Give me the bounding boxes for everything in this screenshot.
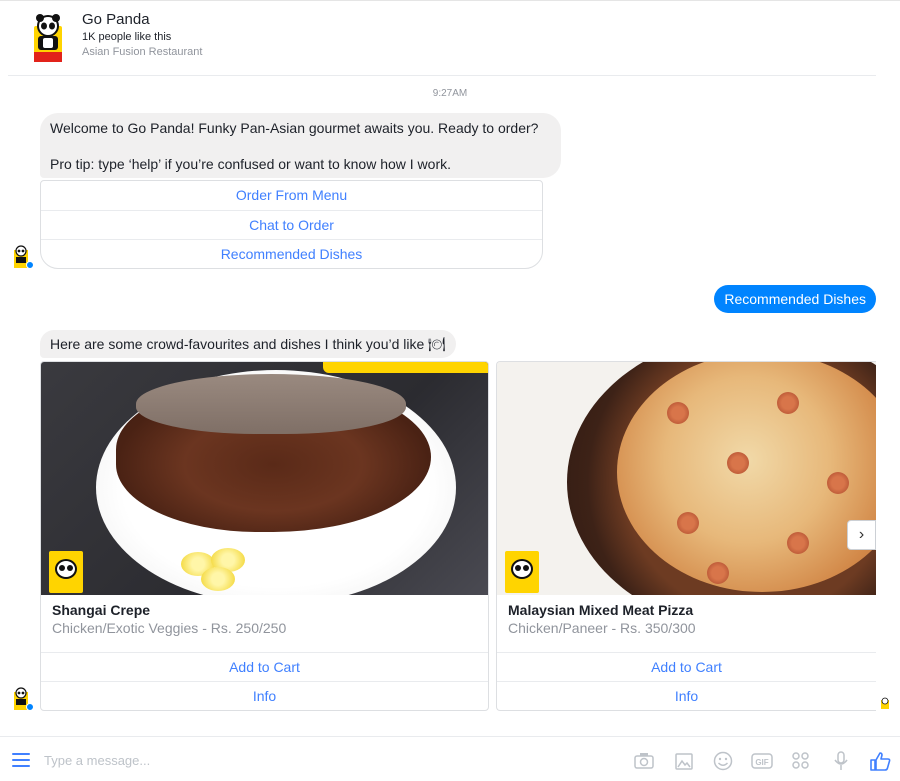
page-category: Asian Fusion Restaurant (82, 46, 203, 58)
messenger-badge (26, 703, 34, 711)
welcome-buttons: Order From Menu Chat to Order Recommende… (40, 180, 543, 269)
welcome-line-2: Pro tip: type ‘help’ if you’re confused … (50, 156, 452, 172)
dish-title: Malaysian Mixed Meat Pizza (508, 602, 694, 618)
message-timestamp: 9:27AM (432, 88, 468, 99)
dish-image-pizza (497, 362, 876, 595)
recommended-dishes-button[interactable]: Recommended Dishes (41, 240, 542, 268)
thumbs-up-icon[interactable] (869, 751, 891, 771)
conversation-header: Go Panda 1K people like this Asian Fusio… (8, 2, 876, 76)
message-input[interactable] (44, 749, 604, 771)
top-divider (0, 0, 900, 1)
add-to-cart-button[interactable]: Add to Cart (41, 652, 488, 681)
welcome-line-1: Welcome to Go Panda! Funky Pan-Asian gou… (50, 120, 539, 136)
camera-icon[interactable] (633, 751, 655, 771)
messenger-badge (26, 261, 34, 269)
svg-text:GIF: GIF (755, 758, 768, 767)
welcome-message: Welcome to Go Panda! Funky Pan-Asian gou… (40, 113, 561, 178)
panda-badge-icon (49, 551, 83, 593)
read-receipt-icon (881, 697, 889, 709)
microphone-icon[interactable] (830, 751, 852, 771)
chat-to-order-button[interactable]: Chat to Order (41, 211, 542, 240)
dish-card: Malaysian Mixed Meat Pizza Chicken/Panee… (496, 361, 876, 711)
go-panda-logo (34, 14, 62, 62)
gif-icon[interactable]: GIF (751, 751, 773, 771)
panda-badge-icon (505, 551, 539, 593)
dish-card: Shangai Crepe Chicken/Exotic Veggies - R… (40, 361, 489, 711)
page-likes: 1K people like this (82, 31, 172, 43)
dish-title: Shangai Crepe (52, 602, 151, 618)
bot-avatar (12, 686, 34, 711)
user-message: Recommended Dishes (714, 285, 876, 313)
dish-subtitle: Chicken/Paneer - Rs. 350/300 (508, 620, 696, 636)
apps-icon[interactable] (790, 751, 812, 771)
image-icon[interactable] (673, 751, 695, 771)
message-composer: GIF (0, 736, 900, 781)
order-from-menu-button[interactable]: Order From Menu (41, 181, 542, 211)
crowd-favourites-message: Here are some crowd-favourites and dishe… (40, 330, 456, 358)
info-button[interactable]: Info (41, 681, 488, 710)
bot-avatar (12, 244, 34, 269)
dish-image-crepe (41, 362, 488, 595)
add-to-cart-button[interactable]: Add to Cart (497, 652, 876, 681)
carousel-next-button[interactable]: › (847, 520, 876, 550)
dish-subtitle: Chicken/Exotic Veggies - Rs. 250/250 (52, 620, 287, 636)
menu-icon[interactable] (12, 753, 30, 767)
info-button[interactable]: Info (497, 681, 876, 710)
smiley-icon[interactable] (712, 751, 734, 771)
page-name[interactable]: Go Panda (82, 11, 150, 28)
